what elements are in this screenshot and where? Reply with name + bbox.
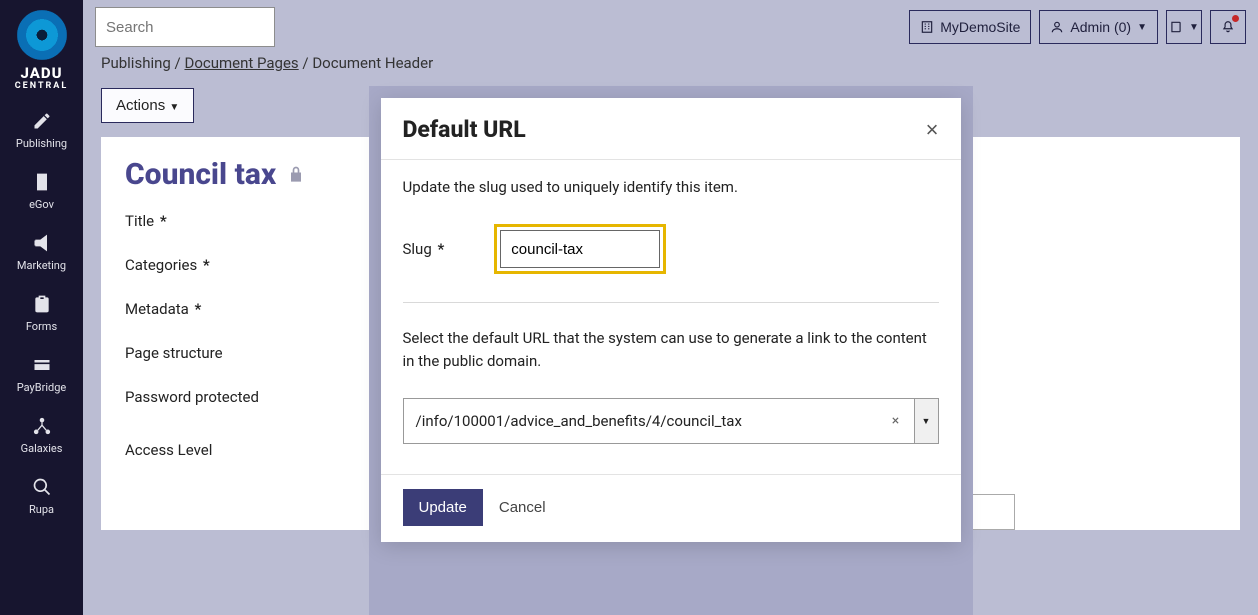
- close-button[interactable]: ×: [926, 119, 939, 141]
- sidebar-item-marketing[interactable]: Marketing: [0, 223, 83, 284]
- search-input[interactable]: [106, 19, 305, 36]
- site-icon: [920, 20, 934, 34]
- sidebar-item-label: PayBridge: [17, 381, 66, 394]
- notification-badge: [1232, 15, 1239, 22]
- book-menu-button[interactable]: ▼: [1166, 10, 1202, 44]
- url-dropdown-toggle[interactable]: ▼: [914, 399, 938, 443]
- breadcrumb-item[interactable]: Publishing: [101, 54, 171, 72]
- site-name: MyDemoSite: [940, 19, 1020, 35]
- brand-subtitle: CENTRAL: [15, 81, 68, 91]
- sidebar-item-label: Marketing: [17, 259, 66, 272]
- slug-input-highlight: [494, 224, 666, 274]
- sidebar-item-galaxies[interactable]: Galaxies: [0, 406, 83, 467]
- brand-logo: JADU CENTRAL: [15, 6, 68, 91]
- clipboard-icon: [32, 294, 52, 314]
- modal-title: Default URL: [403, 116, 526, 143]
- sidebar-item-egov[interactable]: eGov: [0, 162, 83, 223]
- modal-intro-text: Update the slug used to uniquely identif…: [403, 178, 939, 196]
- default-url-modal: Default URL × Update the slug used to un…: [381, 98, 961, 542]
- book-icon: [1169, 20, 1183, 34]
- update-button[interactable]: Update: [403, 489, 483, 526]
- sidebar-item-label: Publishing: [16, 137, 67, 150]
- url-select-value: /info/100001/advice_and_benefits/4/counc…: [404, 399, 878, 443]
- bell-icon: [1221, 20, 1235, 34]
- user-icon: [1050, 20, 1064, 34]
- sidebar-item-paybridge[interactable]: PayBridge: [0, 345, 83, 406]
- url-select[interactable]: /info/100001/advice_and_benefits/4/counc…: [403, 398, 939, 444]
- user-label: Admin (0): [1070, 19, 1131, 35]
- modal-overlay: Default URL × Update the slug used to un…: [83, 86, 1258, 615]
- breadcrumb-item[interactable]: Document Pages: [184, 54, 298, 72]
- sidebar-item-label: eGov: [29, 198, 54, 211]
- chevron-down-icon: ▼: [1137, 22, 1147, 33]
- sidebar-item-label: Galaxies: [21, 442, 63, 455]
- notifications-button[interactable]: [1210, 10, 1246, 44]
- sidebar-item-rupa[interactable]: Rupa: [0, 467, 83, 528]
- sidebar-item-forms[interactable]: Forms: [0, 284, 83, 345]
- clear-url-button[interactable]: ×: [878, 399, 914, 443]
- user-menu-button[interactable]: Admin (0) ▼: [1039, 10, 1158, 44]
- slug-input[interactable]: [500, 230, 660, 268]
- cancel-button[interactable]: Cancel: [499, 499, 546, 516]
- topbar: MyDemoSite Admin (0) ▼ ▼: [83, 0, 1258, 54]
- logo-icon: [17, 10, 67, 60]
- search-box[interactable]: [95, 7, 275, 47]
- breadcrumb-current: Document Header: [312, 54, 433, 72]
- search-icon: [32, 477, 52, 497]
- divider: [403, 302, 939, 303]
- slug-field: Slug *: [403, 224, 939, 274]
- sidebar-item-publishing[interactable]: Publishing: [0, 101, 83, 162]
- building-icon: [32, 172, 52, 192]
- chevron-down-icon: ▼: [1189, 22, 1199, 33]
- pencil-icon: [32, 111, 52, 131]
- brand-name: JADU: [20, 66, 62, 81]
- network-icon: [32, 416, 52, 436]
- modal-body: Update the slug used to uniquely identif…: [381, 160, 961, 474]
- sidebar: JADU CENTRAL Publishing eGov Marketing F…: [0, 0, 83, 615]
- chevron-down-icon: ▼: [922, 416, 931, 427]
- sidebar-item-label: Rupa: [29, 503, 54, 516]
- slug-label: Slug: [403, 240, 432, 258]
- modal-description: Select the default URL that the system c…: [403, 327, 939, 372]
- site-switcher-button[interactable]: MyDemoSite: [909, 10, 1031, 44]
- modal-footer: Update Cancel: [381, 474, 961, 542]
- bullhorn-icon: [32, 233, 52, 253]
- card-icon: [32, 355, 52, 375]
- close-icon: ×: [926, 117, 939, 142]
- sidebar-item-label: Forms: [26, 320, 57, 333]
- modal-header: Default URL ×: [381, 98, 961, 160]
- breadcrumb: Publishing / Document Pages / Document H…: [83, 54, 1258, 82]
- topbar-right: MyDemoSite Admin (0) ▼ ▼: [909, 10, 1246, 44]
